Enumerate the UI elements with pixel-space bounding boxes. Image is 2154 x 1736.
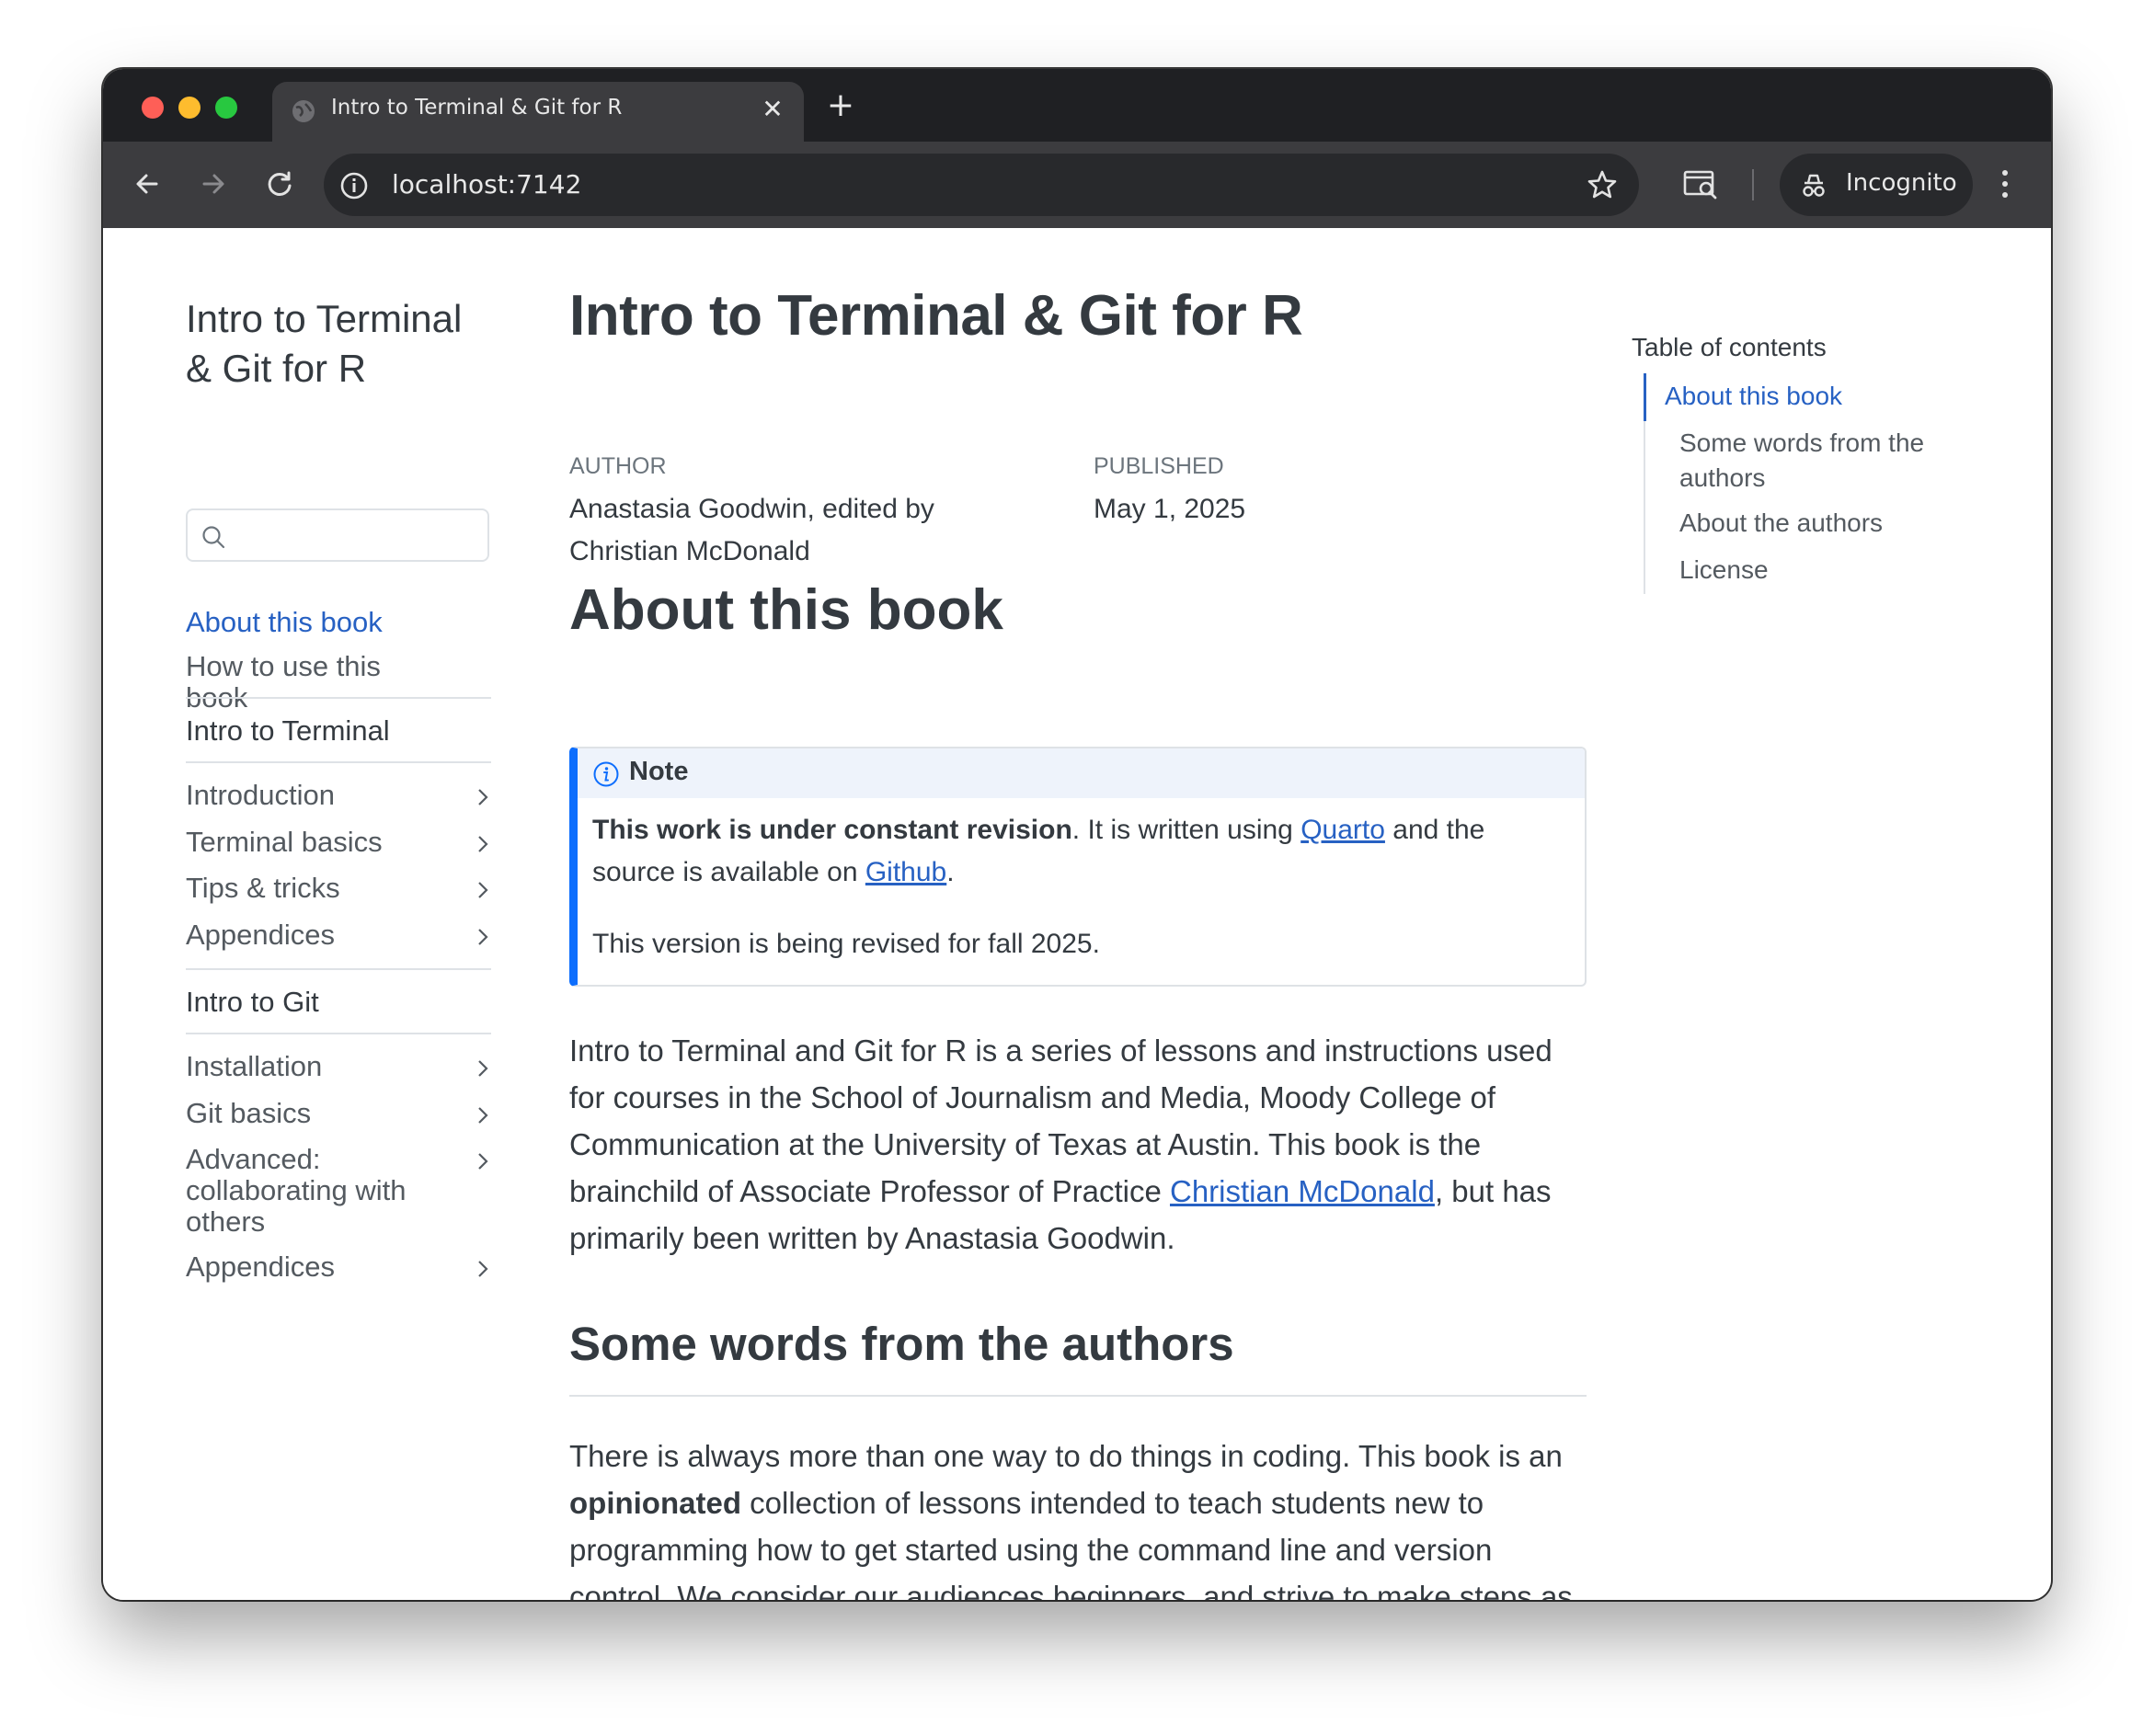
words-bold: opinionated	[569, 1486, 741, 1520]
sidebar-item-terminal-basics[interactable]: Terminal basics	[186, 827, 491, 858]
sidebar-divider	[186, 1033, 491, 1034]
chevron-right-icon[interactable]	[475, 1058, 491, 1079]
heading-rule	[569, 1395, 1587, 1397]
sidebar-divider	[186, 697, 491, 699]
reload-icon[interactable]	[261, 166, 298, 202]
bookmark-star-icon[interactable]	[1586, 168, 1619, 201]
incognito-label: Incognito	[1846, 169, 1957, 197]
toolbar-divider	[1752, 169, 1754, 200]
chevron-right-icon[interactable]	[475, 1259, 491, 1279]
tab-strip: Intro to Terminal & Git for R ✕ +	[103, 69, 2051, 142]
published-value: May 1, 2025	[1094, 494, 1246, 524]
info-icon	[593, 761, 619, 787]
callout-header: Note	[578, 748, 1585, 798]
toc-item-license[interactable]: License	[1679, 553, 1992, 588]
sidebar-item-advanced-collaborating[interactable]: Advanced: collaborating with others	[186, 1144, 491, 1238]
sidebar-item-label: Git basics	[186, 1097, 312, 1129]
sidebar-item-label: Appendices	[186, 1251, 336, 1283]
toc-active-indicator	[1644, 373, 1646, 421]
search-input[interactable]	[235, 518, 478, 554]
sidebar-item-label: Installation	[186, 1050, 323, 1082]
callout-text: . It is written using	[1071, 815, 1301, 845]
section-heading-about: About this book	[569, 578, 1003, 642]
globe-icon	[292, 100, 315, 122]
close-tab-icon[interactable]: ✕	[758, 95, 787, 124]
christian-mcdonald-link[interactable]: Christian McDonald	[1170, 1174, 1435, 1208]
sidebar-divider	[186, 968, 491, 970]
callout-body: This work is under constant revision. It…	[592, 809, 1567, 965]
sidebar-item-appendices-terminal[interactable]: Appendices	[186, 919, 491, 951]
back-arrow-icon[interactable]	[129, 166, 166, 202]
search-box[interactable]	[186, 508, 489, 562]
sidebar-item-appendices-git[interactable]: Appendices	[186, 1251, 491, 1283]
callout-paragraph: This work is under constant revision. It…	[592, 809, 1567, 894]
search-icon	[202, 526, 225, 549]
sidebar-section-label: Intro to Terminal	[186, 714, 390, 747]
sidebar-section-intro-to-terminal[interactable]: Intro to Terminal	[186, 715, 491, 747]
section-heading-words: Some words from the authors	[569, 1318, 1234, 1370]
maximize-window-button[interactable]	[215, 97, 237, 119]
toc-item-about-the-authors[interactable]: About the authors	[1679, 506, 1992, 541]
github-link[interactable]: Github	[865, 857, 946, 887]
sidebar-item-label: Introduction	[186, 779, 335, 811]
toc-title: Table of contents	[1632, 333, 1827, 361]
forward-arrow-icon[interactable]	[195, 166, 232, 202]
tab-search-icon[interactable]	[1681, 165, 1720, 203]
incognito-icon	[1803, 174, 1825, 197]
callout-text: .	[946, 857, 955, 887]
web-page: Intro to Terminal & Git for R About this…	[103, 228, 2051, 1600]
words-paragraph: There is always more than one way to do …	[569, 1433, 1587, 1600]
chevron-right-icon[interactable]	[475, 1105, 491, 1125]
tab-title: Intro to Terminal & Git for R	[331, 96, 623, 120]
sidebar-divider	[186, 761, 491, 763]
more-menu-icon[interactable]	[1998, 164, 2012, 204]
chevron-right-icon[interactable]	[475, 880, 491, 900]
note-callout: Note This work is under constant revisio…	[569, 747, 1587, 987]
sidebar-section-intro-to-git[interactable]: Intro to Git	[186, 987, 491, 1018]
toc-item-some-words[interactable]: Some words from the authors	[1679, 426, 1983, 496]
words-text: There is always more than one way to do …	[569, 1439, 1563, 1473]
book-title[interactable]: Intro to Terminal & Git for R	[186, 294, 491, 394]
page-title: Intro to Terminal & Git for R	[569, 284, 1303, 348]
chevron-right-icon[interactable]	[475, 927, 491, 947]
sidebar-item-label: Advanced: collaborating with others	[186, 1143, 407, 1238]
browser-toolbar: localhost:7142 Incognito	[103, 142, 2051, 228]
new-tab-button[interactable]: +	[822, 87, 859, 124]
callout-bold-lead: This work is under constant revision	[592, 815, 1072, 845]
author-value: Anastasia Goodwin, edited by Christian M…	[569, 494, 934, 566]
sidebar-section-label: Intro to Git	[186, 986, 319, 1018]
sidebar-item-label: Terminal basics	[186, 826, 383, 858]
browser-tab[interactable]: Intro to Terminal & Git for R ✕	[272, 82, 804, 142]
address-bar[interactable]: localhost:7142	[324, 154, 1639, 216]
sidebar-item-introduction[interactable]: Introduction	[186, 780, 491, 811]
sidebar-item-label: Appendices	[186, 919, 336, 951]
url-text[interactable]: localhost:7142	[392, 169, 581, 200]
sidebar-item-label: About this book	[186, 606, 383, 638]
sidebar-item-git-basics[interactable]: Git basics	[186, 1098, 491, 1129]
chevron-right-icon[interactable]	[475, 1151, 491, 1171]
callout-revision-note: This version is being revised for fall 2…	[592, 929, 1100, 959]
chevron-right-icon[interactable]	[475, 834, 491, 854]
minimize-window-button[interactable]	[178, 97, 201, 119]
published-heading: PUBLISHED	[1094, 453, 1224, 479]
toc-item-about-this-book[interactable]: About this book	[1665, 379, 1977, 414]
sidebar-item-how-to-use[interactable]: How to use this book	[186, 651, 491, 714]
incognito-profile-button[interactable]: Incognito	[1780, 154, 1973, 216]
quarto-link[interactable]: Quarto	[1300, 815, 1385, 845]
close-window-button[interactable]	[142, 97, 164, 119]
chevron-right-icon[interactable]	[475, 787, 491, 807]
sidebar-item-installation[interactable]: Installation	[186, 1051, 491, 1082]
callout-title: Note	[629, 757, 689, 786]
intro-paragraph: Intro to Terminal and Git for R is a ser…	[569, 1027, 1587, 1262]
sidebar-item-about-this-book[interactable]: About this book	[186, 607, 491, 638]
author-heading: AUTHOR	[569, 453, 667, 479]
sidebar-item-tips-tricks[interactable]: Tips & tricks	[186, 873, 491, 904]
sidebar-item-label: How to use this book	[186, 650, 381, 714]
browser-window: Intro to Terminal & Git for R ✕ + localh…	[103, 69, 2051, 1600]
site-info-icon[interactable]	[338, 170, 370, 201]
sidebar-item-label: Tips & tricks	[186, 872, 340, 904]
